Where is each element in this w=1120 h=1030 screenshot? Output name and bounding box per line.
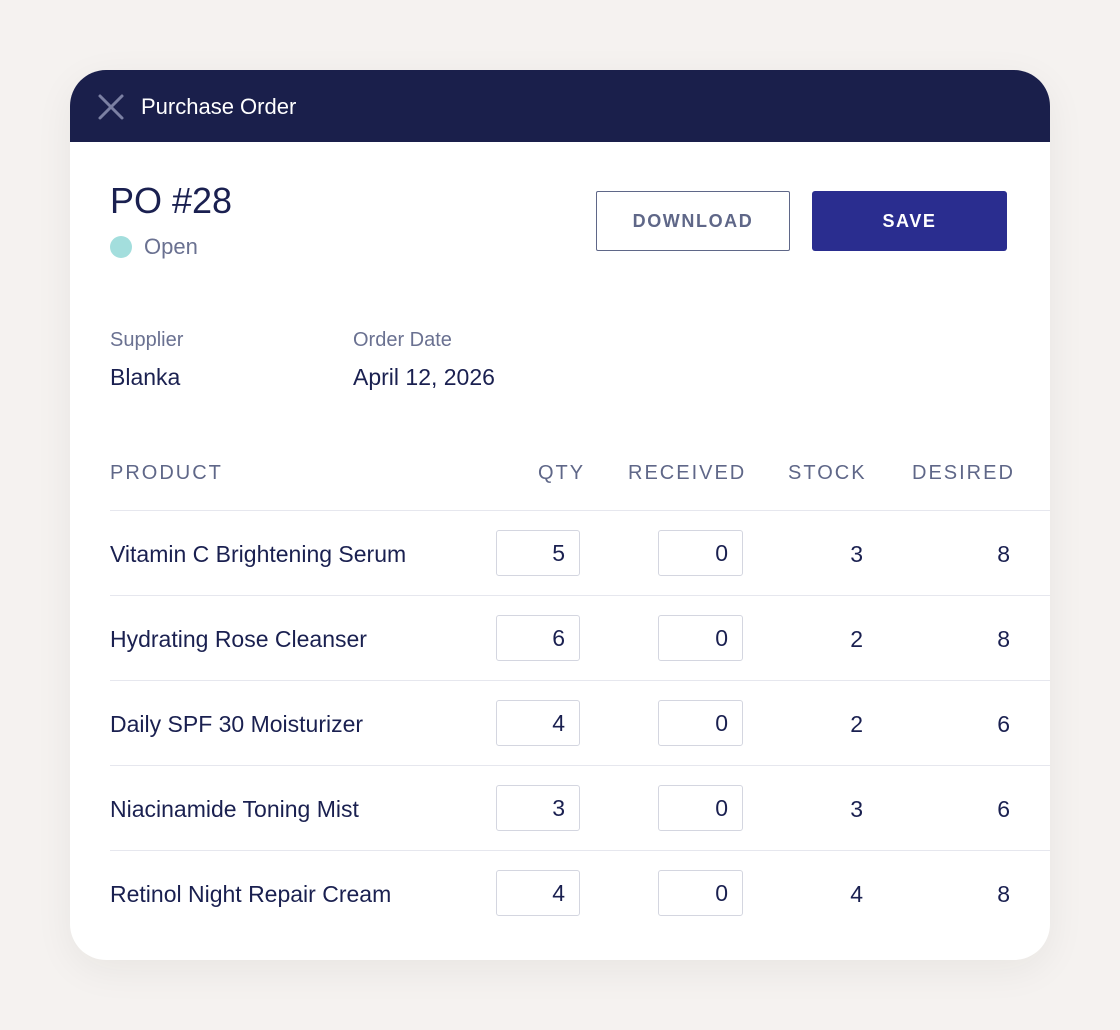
status-text: Open [144, 234, 198, 259]
table-row: Vitamin C Brightening Serum 3 8 [110, 510, 1050, 596]
po-number: PO #28 [110, 180, 233, 221]
desired-value: 8 [997, 626, 1010, 652]
desired-value: 8 [997, 881, 1010, 907]
supplier-label: Supplier [110, 329, 184, 351]
column-header-received: RECEIVED [628, 462, 747, 484]
qty-input[interactable] [496, 530, 580, 576]
received-input[interactable] [658, 615, 743, 661]
table-row: Hydrating Rose Cleanser 2 8 [110, 595, 1050, 681]
stock-value: 3 [850, 541, 863, 567]
status-dot-icon [110, 236, 132, 258]
desired-value: 8 [997, 541, 1010, 567]
table-row: Niacinamide Toning Mist 3 6 [110, 765, 1050, 851]
desired-value: 6 [997, 711, 1010, 737]
received-input[interactable] [658, 870, 743, 916]
column-header-qty: QTY [538, 462, 586, 484]
qty-input[interactable] [496, 700, 580, 746]
qty-input[interactable] [496, 615, 580, 661]
qty-input[interactable] [496, 785, 580, 831]
window-title: Purchase Order [141, 94, 297, 119]
product-name: Retinol Night Repair Cream [110, 881, 392, 907]
product-name: Daily SPF 30 Moisturizer [110, 711, 364, 737]
column-header-stock: STOCK [788, 462, 867, 484]
supplier-value: Blanka [110, 364, 181, 390]
column-header-product: PRODUCT [110, 462, 223, 484]
save-button[interactable]: SAVE [812, 191, 1007, 251]
stock-value: 2 [850, 711, 863, 737]
stock-value: 4 [850, 881, 863, 907]
stock-value: 2 [850, 626, 863, 652]
close-icon[interactable] [96, 92, 126, 122]
order-date-value: April 12, 2026 [353, 364, 495, 390]
qty-input[interactable] [496, 870, 580, 916]
order-date-label: Order Date [353, 329, 452, 351]
stock-value: 3 [850, 796, 863, 822]
desired-value: 6 [997, 796, 1010, 822]
status-indicator: Open [110, 233, 198, 261]
received-input[interactable] [658, 700, 743, 746]
download-button[interactable]: DOWNLOAD [596, 191, 790, 251]
product-name: Vitamin C Brightening Serum [110, 541, 407, 567]
purchase-order-card: Purchase Order PO #28 Open DOWNLOAD SAVE… [70, 70, 1050, 960]
received-input[interactable] [658, 785, 743, 831]
table-row: Daily SPF 30 Moisturizer 2 6 [110, 680, 1050, 766]
column-header-desired: DESIRED [912, 462, 1015, 484]
product-name: Hydrating Rose Cleanser [110, 626, 367, 652]
product-name: Niacinamide Toning Mist [110, 796, 359, 822]
table-row: Retinol Night Repair Cream 4 8 [110, 850, 1050, 936]
window-titlebar: Purchase Order [70, 70, 1050, 142]
received-input[interactable] [658, 530, 743, 576]
